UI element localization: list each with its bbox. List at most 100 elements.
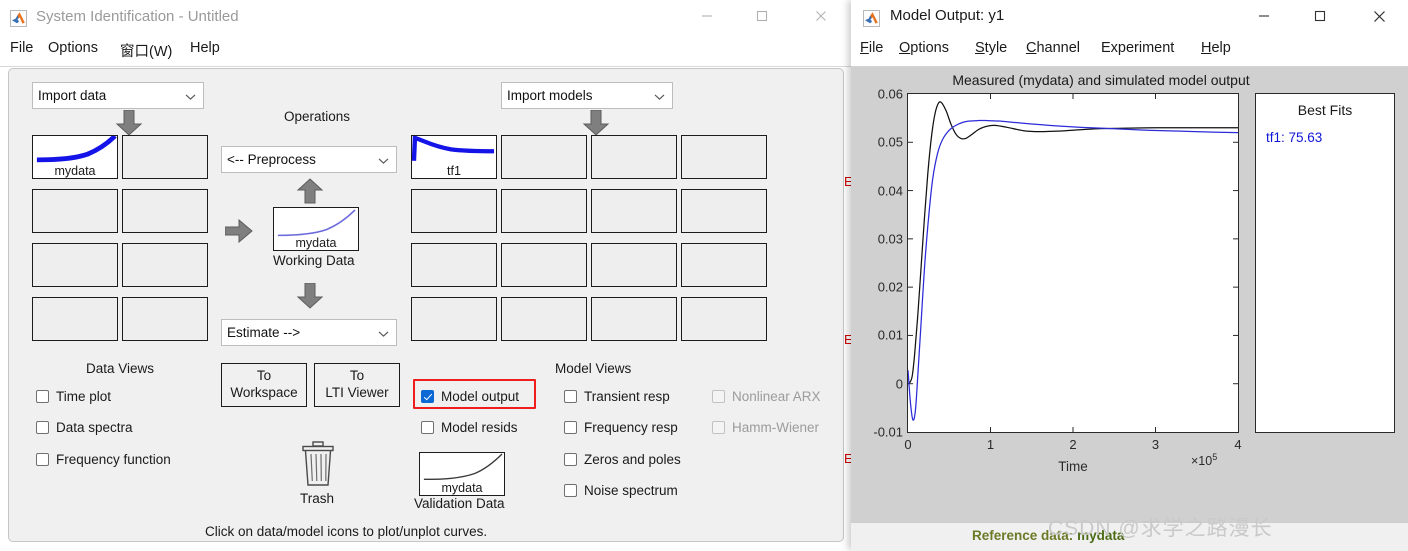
- validation-data-name: mydata: [441, 480, 483, 495]
- close-icon[interactable]: [798, 0, 844, 32]
- minimize-icon[interactable]: [684, 0, 730, 32]
- sysid-window-title: System Identification - Untitled: [36, 8, 239, 25]
- data-cell-empty[interactable]: [32, 189, 118, 233]
- checkbox-box[interactable]: [36, 390, 49, 403]
- model-cell-empty[interactable]: [591, 297, 677, 341]
- close-icon[interactable]: [1356, 0, 1402, 32]
- data-cell-empty[interactable]: [32, 297, 118, 341]
- plot-title: Measured (mydata) and simulated model ou…: [952, 72, 1250, 88]
- model-cell-empty[interactable]: [501, 189, 587, 233]
- checkbox-frequency-function[interactable]: Frequency function: [36, 452, 171, 467]
- menu-file[interactable]: File: [860, 40, 883, 56]
- matlab-logo-icon: [863, 10, 880, 27]
- y-tick-label: 0: [895, 376, 903, 392]
- model-output-title: Model Output: y1: [890, 7, 1005, 24]
- checkbox-box[interactable]: [564, 390, 577, 403]
- model-cell-empty[interactable]: [681, 243, 767, 287]
- x-tick-label: 0: [904, 437, 912, 452]
- y-tick-label: 0.02: [877, 279, 903, 295]
- checkbox-transient-resp[interactable]: Transient resp: [564, 389, 670, 404]
- series-line: [908, 119, 1238, 421]
- model-cell-empty[interactable]: [681, 135, 767, 179]
- checkbox-box[interactable]: [36, 453, 49, 466]
- maximize-icon[interactable]: [1297, 0, 1343, 32]
- data-cell-empty[interactable]: [122, 189, 208, 233]
- model-cell-empty[interactable]: [411, 189, 497, 233]
- checkbox-box[interactable]: [421, 421, 434, 434]
- working-data-caption: Working Data: [273, 253, 355, 268]
- menu-help[interactable]: Help: [1201, 40, 1231, 56]
- maximize-icon[interactable]: [739, 0, 785, 32]
- data-cell-empty[interactable]: [122, 243, 208, 287]
- to-workspace-button[interactable]: To Workspace: [221, 363, 307, 407]
- validation-data-icon[interactable]: mydata: [419, 452, 505, 496]
- estimate-dropdown[interactable]: Estimate -->: [221, 319, 397, 346]
- menu-style[interactable]: Style: [975, 40, 1007, 56]
- validation-data-caption: Validation Data: [414, 496, 505, 511]
- model-cell-empty[interactable]: [411, 297, 497, 341]
- data-cell-empty[interactable]: [122, 135, 208, 179]
- matlab-logo-icon: [10, 10, 27, 27]
- model-cell-empty[interactable]: [501, 243, 587, 287]
- data-cell-mydata[interactable]: mydata: [32, 135, 118, 179]
- checkbox-frequency-resp[interactable]: Frequency resp: [564, 420, 678, 435]
- menu-options[interactable]: Options: [48, 40, 98, 56]
- import-data-value: Import data: [38, 88, 107, 103]
- menu-file[interactable]: File: [10, 40, 33, 56]
- occluded-red-text: Err: [844, 175, 851, 188]
- checkbox-label: Frequency resp: [584, 420, 678, 435]
- minimize-icon[interactable]: [1241, 0, 1287, 32]
- menu-window[interactable]: 窗口(W): [120, 40, 172, 61]
- data-cell-label: mydata: [54, 163, 96, 178]
- import-data-dropdown[interactable]: Import data: [32, 82, 204, 109]
- best-fits-title: Best Fits: [1297, 102, 1353, 118]
- checkbox-data-spectra[interactable]: Data spectra: [36, 420, 133, 435]
- x-tick-label: 4: [1234, 437, 1242, 452]
- checkbox-box[interactable]: [564, 421, 577, 434]
- model-cell-empty[interactable]: [501, 135, 587, 179]
- model-cell-tf1[interactable]: tf1: [411, 135, 497, 179]
- preprocess-dropdown[interactable]: <-- Preprocess: [221, 146, 397, 173]
- checkbox-time-plot[interactable]: Time plot: [36, 389, 111, 404]
- series-line: [908, 101, 1238, 385]
- data-cell-empty[interactable]: [32, 243, 118, 287]
- plot-axes[interactable]: [907, 93, 1239, 433]
- checkbox-noise-spectrum[interactable]: Noise spectrum: [564, 483, 678, 498]
- checkbox-label: Transient resp: [584, 389, 670, 404]
- menu-help[interactable]: Help: [190, 40, 220, 56]
- menu-rest: tyle: [984, 40, 1008, 56]
- model-cell-empty[interactable]: [591, 243, 677, 287]
- model-cell-empty[interactable]: [591, 189, 677, 233]
- reference-data-value: mydata: [1077, 528, 1125, 543]
- import-models-dropdown[interactable]: Import models: [501, 82, 673, 109]
- to-workspace-line1: To: [256, 368, 272, 384]
- model-cell-empty[interactable]: [501, 297, 587, 341]
- trash-icon[interactable]: [298, 441, 338, 489]
- checkbox-box[interactable]: [564, 453, 577, 466]
- data-cell-empty[interactable]: [122, 297, 208, 341]
- sysid-menubar: File Options 窗口(W) Help: [0, 36, 851, 67]
- model-cell-empty[interactable]: [411, 243, 497, 287]
- checkbox-label: Time plot: [56, 389, 112, 404]
- menu-rest: Experiment: [1101, 40, 1175, 56]
- x-tick-label: 1: [986, 437, 995, 452]
- to-lti-viewer-button[interactable]: To LTI Viewer: [314, 363, 400, 407]
- checkbox-zeros-and-poles[interactable]: Zeros and poles: [564, 452, 681, 467]
- checkbox-box[interactable]: [36, 421, 49, 434]
- model-output-window: Model Output: y1 File Options Style Chan…: [851, 0, 1408, 551]
- working-data-icon[interactable]: mydata: [273, 207, 359, 251]
- menu-experiment[interactable]: Experiment: [1101, 40, 1174, 56]
- model-cell-empty[interactable]: [681, 189, 767, 233]
- menu-channel[interactable]: Channel: [1026, 40, 1080, 56]
- model-cell-empty[interactable]: [681, 297, 767, 341]
- menu-options[interactable]: Options: [899, 40, 949, 56]
- data-views-title: Data Views: [86, 361, 155, 376]
- checkbox-box[interactable]: [564, 484, 577, 497]
- model-cell-empty[interactable]: [591, 135, 677, 179]
- model-output-menubar: File Options Style Channel Experiment He…: [851, 36, 1408, 67]
- y-tick-label: 0.04: [877, 183, 903, 199]
- model-output-statusbar: Reference data: mydata: [851, 522, 1408, 551]
- checkbox-model-resids[interactable]: Model resids: [421, 420, 518, 435]
- checkbox-box: [712, 421, 725, 434]
- y-tick-label: 0.01: [877, 327, 903, 343]
